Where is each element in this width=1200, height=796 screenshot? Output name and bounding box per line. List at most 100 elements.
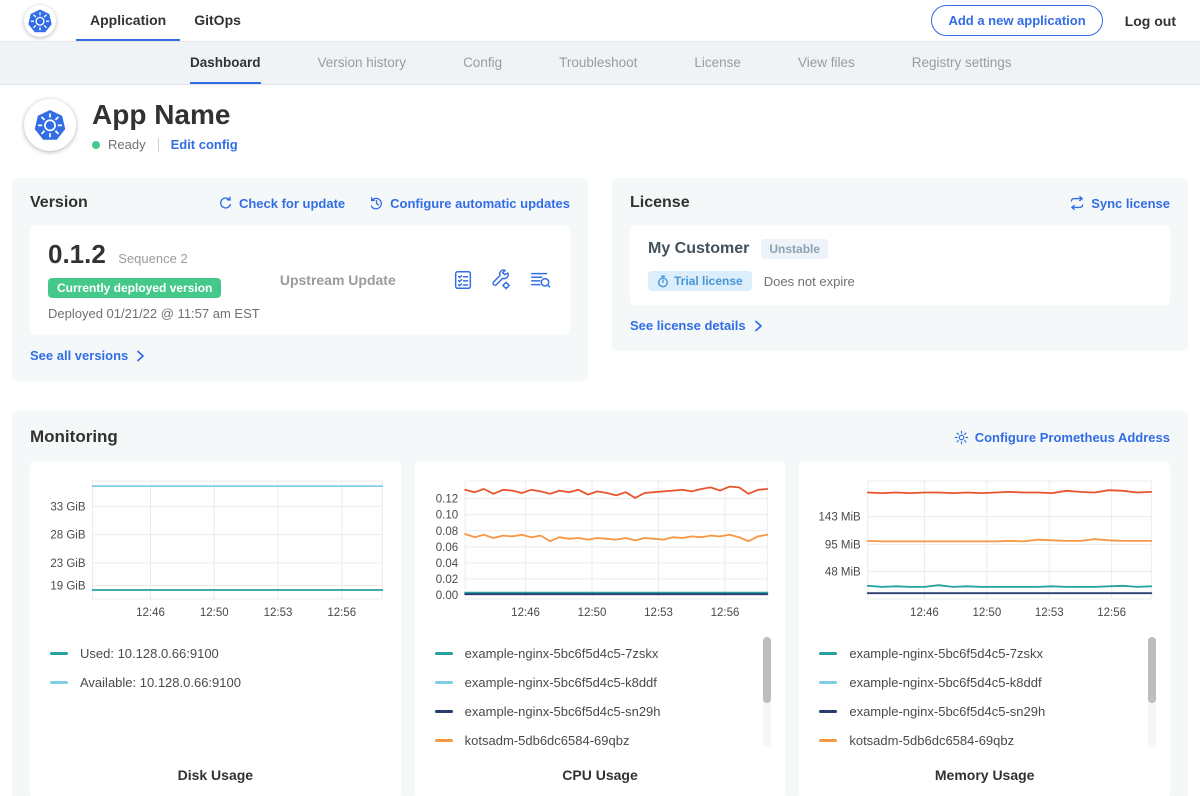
license-type-badge: Trial license (648, 271, 752, 291)
svg-text:0.08: 0.08 (435, 526, 457, 538)
legend-swatch (50, 681, 68, 684)
svg-text:12:46: 12:46 (511, 607, 540, 619)
preflight-checks-icon[interactable] (452, 269, 474, 291)
svg-text:12:56: 12:56 (327, 607, 356, 619)
sub-nav-tab-config[interactable]: Config (463, 42, 502, 84)
legend-swatch (435, 739, 453, 742)
legend-label: example-nginx-5bc6f5d4c5-k8ddf (465, 675, 657, 690)
svg-text:0.04: 0.04 (435, 558, 458, 570)
svg-text:12:46: 12:46 (910, 607, 939, 619)
sync-license-link[interactable]: Sync license (1069, 196, 1170, 211)
legend-item: example-nginx-5bc6f5d4c5-k8ddf (819, 668, 1140, 697)
svg-text:12:56: 12:56 (710, 607, 739, 619)
edit-config-link[interactable]: Edit config (171, 137, 238, 152)
svg-text:12:53: 12:53 (1035, 607, 1064, 619)
page-title: App Name (92, 99, 238, 131)
svg-text:0.02: 0.02 (435, 574, 457, 586)
legend-item: kotsadm-5db6dc6584-69qbz (819, 726, 1140, 753)
license-expiry: Does not expire (764, 274, 855, 289)
add-application-button[interactable]: Add a new application (931, 5, 1102, 36)
license-type-label: Trial license (674, 274, 743, 288)
kubernetes-app-icon (33, 108, 67, 142)
legend-swatch (435, 681, 453, 684)
sync-arrows-icon (1069, 196, 1085, 210)
license-card: License Sync license My Customer Unstabl… (612, 178, 1188, 351)
svg-text:12:46: 12:46 (136, 607, 165, 619)
version-card-title: Version (30, 194, 88, 212)
svg-text:12:56: 12:56 (1098, 607, 1127, 619)
chart-card-cpu-usage: 12:4612:5012:5312:560.120.100.080.060.04… (415, 461, 786, 796)
top-nav-right: Add a new application Log out (931, 0, 1176, 41)
version-number: 0.1.2 (48, 239, 106, 269)
svg-text:12:53: 12:53 (264, 607, 293, 619)
app-avatar (24, 99, 76, 151)
legend-scrollbar[interactable] (1148, 637, 1156, 747)
scrollbar-thumb[interactable] (763, 637, 771, 703)
legend-swatch (819, 681, 837, 684)
configure-prometheus-label: Configure Prometheus Address (975, 430, 1170, 445)
chevron-right-icon (134, 350, 146, 362)
chart-legend: example-nginx-5bc6f5d4c5-7zskx example-ng… (811, 635, 1158, 753)
configure-automatic-updates-link[interactable]: Configure automatic updates (369, 196, 570, 211)
legend-swatch (50, 652, 68, 655)
monitoring-title: Monitoring (30, 427, 118, 447)
legend-swatch (819, 739, 837, 742)
legend-swatch (435, 652, 453, 655)
clock-refresh-icon (369, 196, 384, 211)
deploy-logs-icon[interactable] (528, 269, 552, 291)
current-version-panel: 0.1.2 Sequence 2 Currently deployed vers… (30, 225, 570, 335)
sub-nav-tab-troubleshoot[interactable]: Troubleshoot (559, 42, 637, 84)
channel-badge: Unstable (761, 239, 828, 259)
customer-name: My Customer (648, 240, 749, 258)
legend-label: example-nginx-5bc6f5d4c5-sn29h (849, 704, 1045, 719)
sub-nav-tab-registry-settings[interactable]: Registry settings (912, 42, 1012, 84)
sub-nav-tab-version-history[interactable]: Version history (318, 42, 407, 84)
charts-row: 12:4612:5012:5312:5633 GiB28 GiB23 GiB19… (30, 461, 1170, 796)
sub-nav-tab-dashboard[interactable]: Dashboard (190, 42, 261, 84)
svg-text:33 GiB: 33 GiB (50, 502, 85, 514)
legend-swatch (435, 710, 453, 713)
app-status-row: Ready Edit config (92, 137, 238, 152)
sub-nav-tab-view-files[interactable]: View files (798, 42, 855, 84)
top-nav-tab-gitops[interactable]: GitOps (180, 0, 255, 41)
see-all-versions-link[interactable]: See all versions (30, 348, 146, 363)
deployed-timestamp: Deployed 01/21/22 @ 11:57 am EST (48, 306, 280, 321)
kubernetes-logo[interactable] (24, 5, 56, 37)
cpu-usage-chart: 12:4612:5012:5312:560.120.100.080.060.04… (427, 473, 774, 623)
svg-text:48 MiB: 48 MiB (825, 567, 861, 579)
legend-scrollbar[interactable] (763, 637, 771, 747)
status-text: Ready (108, 137, 146, 152)
top-nav-tab-application[interactable]: Application (76, 0, 180, 41)
legend-label: Used: 10.128.0.66:9100 (80, 646, 219, 661)
legend-item: kotsadm-5db6dc6584-69qbz (435, 726, 756, 753)
see-all-versions-label: See all versions (30, 348, 128, 363)
svg-text:95 MiB: 95 MiB (825, 540, 861, 552)
check-for-update-link[interactable]: Check for update (218, 196, 345, 211)
legend-label: example-nginx-5bc6f5d4c5-7zskx (849, 646, 1043, 661)
kubernetes-logo-icon (27, 8, 53, 34)
svg-text:0.12: 0.12 (435, 494, 457, 506)
stopwatch-icon (657, 275, 669, 288)
top-nav: ApplicationGitOps Add a new application … (0, 0, 1200, 42)
scrollbar-thumb[interactable] (1148, 637, 1156, 703)
svg-text:19 GiB: 19 GiB (50, 581, 85, 593)
legend-item: example-nginx-5bc6f5d4c5-7zskx (819, 639, 1140, 668)
version-sequence: Sequence 2 (118, 251, 187, 266)
svg-text:0.00: 0.00 (435, 590, 457, 602)
refresh-icon (218, 196, 233, 211)
deployed-badge: Currently deployed version (48, 278, 221, 298)
legend-label: example-nginx-5bc6f5d4c5-sn29h (465, 704, 661, 719)
see-license-details-link[interactable]: See license details (630, 318, 764, 333)
configure-prometheus-link[interactable]: Configure Prometheus Address (954, 430, 1170, 445)
config-wrench-icon[interactable] (490, 269, 512, 291)
check-for-update-label: Check for update (239, 196, 345, 211)
chart-title: Memory Usage (811, 767, 1158, 783)
monitoring-section: Monitoring Configure Prometheus Address … (12, 411, 1188, 796)
svg-text:12:53: 12:53 (644, 607, 673, 619)
configure-automatic-updates-label: Configure automatic updates (390, 196, 570, 211)
legend-swatch (819, 652, 837, 655)
sub-nav-tab-license[interactable]: License (694, 42, 741, 84)
legend-label: example-nginx-5bc6f5d4c5-k8ddf (849, 675, 1041, 690)
logout-link[interactable]: Log out (1125, 13, 1176, 29)
memory-usage-chart: 12:4612:5012:5312:56143 MiB95 MiB48 MiB (811, 473, 1158, 623)
